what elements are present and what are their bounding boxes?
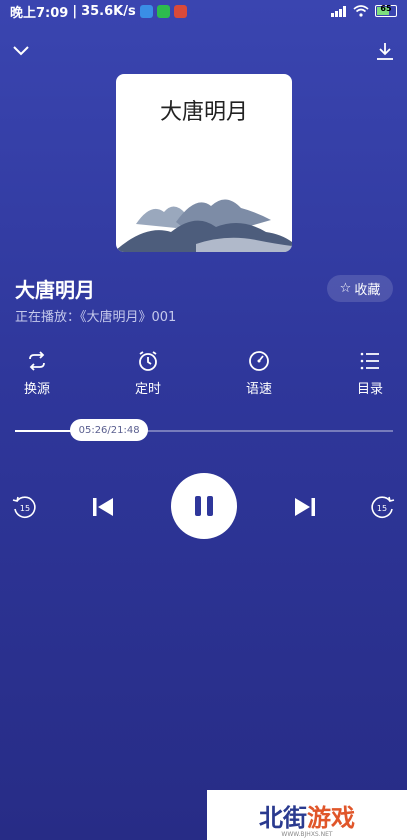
catalog-label: 目录 (356, 382, 383, 397)
pause-icon (195, 496, 213, 516)
skip-next-icon (295, 498, 315, 516)
star-icon: ☆ (339, 281, 352, 296)
switch-source-button[interactable]: 换源 (12, 350, 62, 397)
previous-button[interactable] (88, 492, 118, 522)
signal-icon (331, 5, 346, 17)
battery-level: 65 (380, 4, 392, 13)
wifi-icon (353, 5, 369, 17)
chevron-down-icon (13, 46, 29, 56)
favorite-button[interactable]: ☆ 收藏 (327, 275, 393, 302)
pause-button[interactable] (171, 473, 237, 539)
rewind-seconds: 15 (20, 504, 30, 513)
action-row: 换源 定时 语速 目录 (0, 350, 407, 400)
now-playing-text: 正在播放：《大唐明月》001 (15, 310, 177, 325)
mountain-illustration (116, 199, 292, 252)
switch-source-icon (29, 351, 45, 371)
favorite-label: 收藏 (354, 283, 381, 298)
status-time: 晚上7:09 (10, 5, 69, 21)
watermark-logo: 北街 游戏 WWW.BJHXS.NET (207, 790, 407, 840)
battery-icon: 65 (375, 4, 397, 17)
list-icon (360, 352, 379, 370)
rewind-15-button[interactable]: 15 (10, 492, 40, 522)
download-button[interactable] (370, 36, 400, 66)
status-bar: 晚上7:09 | 35.6K/s 65 (0, 0, 407, 22)
app-notification-icon (173, 4, 187, 18)
status-left: 晚上7:09 | 35.6K/s (10, 2, 187, 21)
network-speed: 35.6K/s (81, 3, 136, 19)
forward-15-icon: 15 (371, 496, 395, 518)
rewind-15-icon: 15 (12, 496, 36, 518)
next-button[interactable] (290, 492, 320, 522)
forward-seconds: 15 (377, 504, 387, 513)
speed-label: 语速 (245, 382, 272, 397)
timer-icon (139, 351, 157, 371)
collapse-button[interactable] (6, 36, 36, 66)
timer-label: 定时 (134, 382, 161, 397)
cover-title: 大唐明月 (159, 100, 248, 125)
notification-app-icon (139, 4, 153, 18)
progress-time-handle[interactable]: 05:26/21:48 (70, 419, 149, 441)
album-cover: 大唐明月 (116, 74, 292, 252)
download-icon (377, 43, 393, 60)
playback-controls: 15 15 (0, 472, 407, 542)
watermark-brand-part2: 游戏 (307, 803, 355, 832)
watermark-brand-part1: 北街 (259, 803, 307, 832)
switch-source-label: 换源 (23, 382, 50, 397)
time-display: 05:26/21:48 (78, 424, 140, 436)
timer-button[interactable]: 定时 (123, 350, 173, 397)
speed-icon (249, 351, 269, 371)
wechat-icon (156, 4, 170, 18)
watermark-url: WWW.BJHXS.NET (281, 831, 333, 838)
skip-previous-icon (93, 498, 113, 516)
speed-button[interactable]: 语速 (234, 350, 284, 397)
track-title: 大唐明月 (15, 278, 95, 302)
forward-15-button[interactable]: 15 (367, 492, 397, 522)
status-right: 65 (331, 4, 397, 17)
top-bar (0, 36, 407, 66)
catalog-button[interactable]: 目录 (345, 350, 395, 397)
status-separator: | (72, 3, 78, 19)
progress-bar[interactable]: 05:26/21:48 (15, 419, 393, 441)
